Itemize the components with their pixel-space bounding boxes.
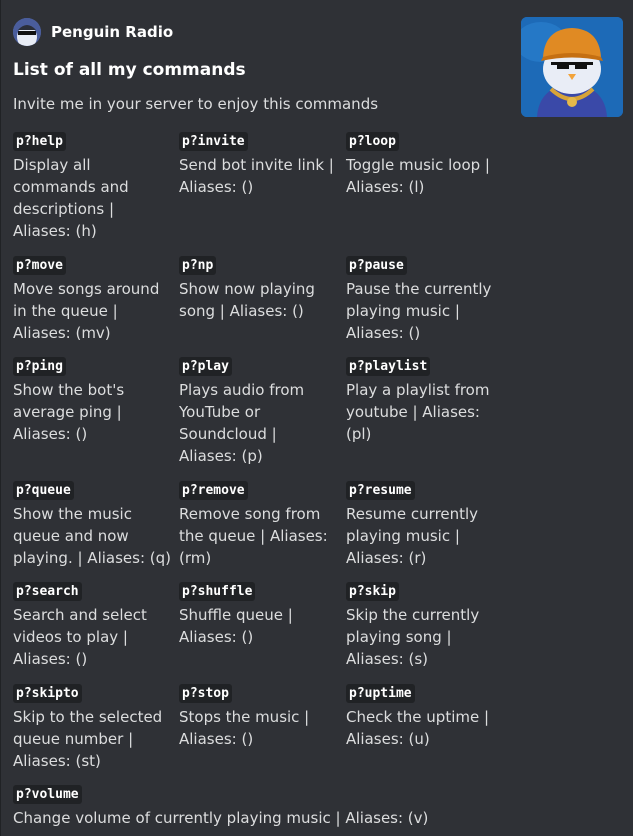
command-name: p?skipto [13,684,82,703]
bot-embed: Penguin Radio List of all my commands In… [0,0,633,836]
command-description: Show the music queue and now playing. | … [13,505,172,567]
command-name: p?help [13,132,66,151]
command-description: Skip the currently playing song | Aliase… [346,606,480,668]
field-remove: p?remove Remove song from the queue | Al… [179,479,337,569]
command-description: Shuffle queue | Aliases: () [179,606,293,646]
field-ping: p?ping Show the bot's average ping | Ali… [13,355,171,445]
command-name: p?resume [346,481,415,500]
command-description: Plays audio from YouTube or Soundcloud |… [179,381,305,465]
command-name: p?np [179,256,217,275]
field-shuffle: p?shuffle Shuffle queue | Aliases: () [179,580,337,648]
command-name: p?ping [13,357,66,376]
field-stop: p?stop Stops the music | Aliases: () [179,682,337,750]
command-name: p?volume [13,785,82,804]
command-name: p?search [13,582,82,601]
field-queue: p?queue Show the music queue and now pla… [13,479,171,569]
command-description: Change volume of currently playing music… [13,809,429,827]
author-name[interactable]: Penguin Radio [51,23,173,41]
command-name: p?move [13,256,66,275]
command-name: p?playlist [346,357,431,376]
field-np: p?np Show now playing song | Aliases: () [179,254,337,322]
embed-thumbnail[interactable] [521,17,623,117]
command-description: Check the uptime | Aliases: (u) [346,708,490,748]
command-name: p?loop [346,132,399,151]
field-resume: p?resume Resume currently playing music … [346,479,504,569]
field-play: p?play Plays audio from YouTube or Sound… [179,355,337,467]
field-volume: p?volume Change volume of currently play… [13,783,613,829]
command-description: Toggle music loop | Aliases: (l) [346,156,490,196]
field-uptime: p?uptime Check the uptime | Aliases: (u) [346,682,504,750]
command-name: p?pause [346,256,407,275]
command-description: Pause the currently playing music | Alia… [346,280,492,342]
field-invite: p?invite Send bot invite link | Aliases:… [179,130,337,198]
embed-author: Penguin Radio [13,18,173,46]
command-description: Skip to the selected queue number | Alia… [13,708,163,770]
command-name: p?remove [179,481,248,500]
field-playlist: p?playlist Play a playlist from youtube … [346,355,504,445]
field-skipto: p?skipto Skip to the selected queue numb… [13,682,171,772]
bot-avatar[interactable] [13,18,41,46]
command-description: Search and select videos to play | Alias… [13,606,147,668]
embed-title: List of all my commands [13,60,246,80]
command-description: Remove song from the queue | Aliases: (r… [179,505,328,567]
command-description: Stops the music | Aliases: () [179,708,310,748]
field-help: p?help Display all commands and descript… [13,130,171,242]
penguin-thumbnail-icon [521,17,623,117]
command-description: Play a playlist from youtube | Aliases: … [346,381,490,443]
command-name: p?stop [179,684,232,703]
command-description: Show the bot's average ping | Aliases: (… [13,381,125,443]
field-pause: p?pause Pause the currently playing musi… [346,254,504,344]
command-description: Move songs around in the queue | Aliases… [13,280,160,342]
embed-description: Invite me in your server to enjoy this c… [13,95,379,113]
command-description: Show now playing song | Aliases: () [179,280,315,320]
field-loop: p?loop Toggle music loop | Aliases: (l) [346,130,504,198]
command-description: Send bot invite link | Aliases: () [179,156,334,196]
penguin-avatar-icon [13,18,41,46]
command-name: p?invite [179,132,248,151]
command-name: p?queue [13,481,74,500]
command-name: p?play [179,357,232,376]
field-skip: p?skip Skip the currently playing song |… [346,580,504,670]
field-move: p?move Move songs around in the queue | … [13,254,171,344]
command-name: p?shuffle [179,582,256,601]
command-description: Resume currently playing music | Aliases… [346,505,479,567]
command-name: p?skip [346,582,399,601]
command-name: p?uptime [346,684,415,703]
field-search: p?search Search and select videos to pla… [13,580,171,670]
command-description: Display all commands and descriptions | … [13,156,129,240]
